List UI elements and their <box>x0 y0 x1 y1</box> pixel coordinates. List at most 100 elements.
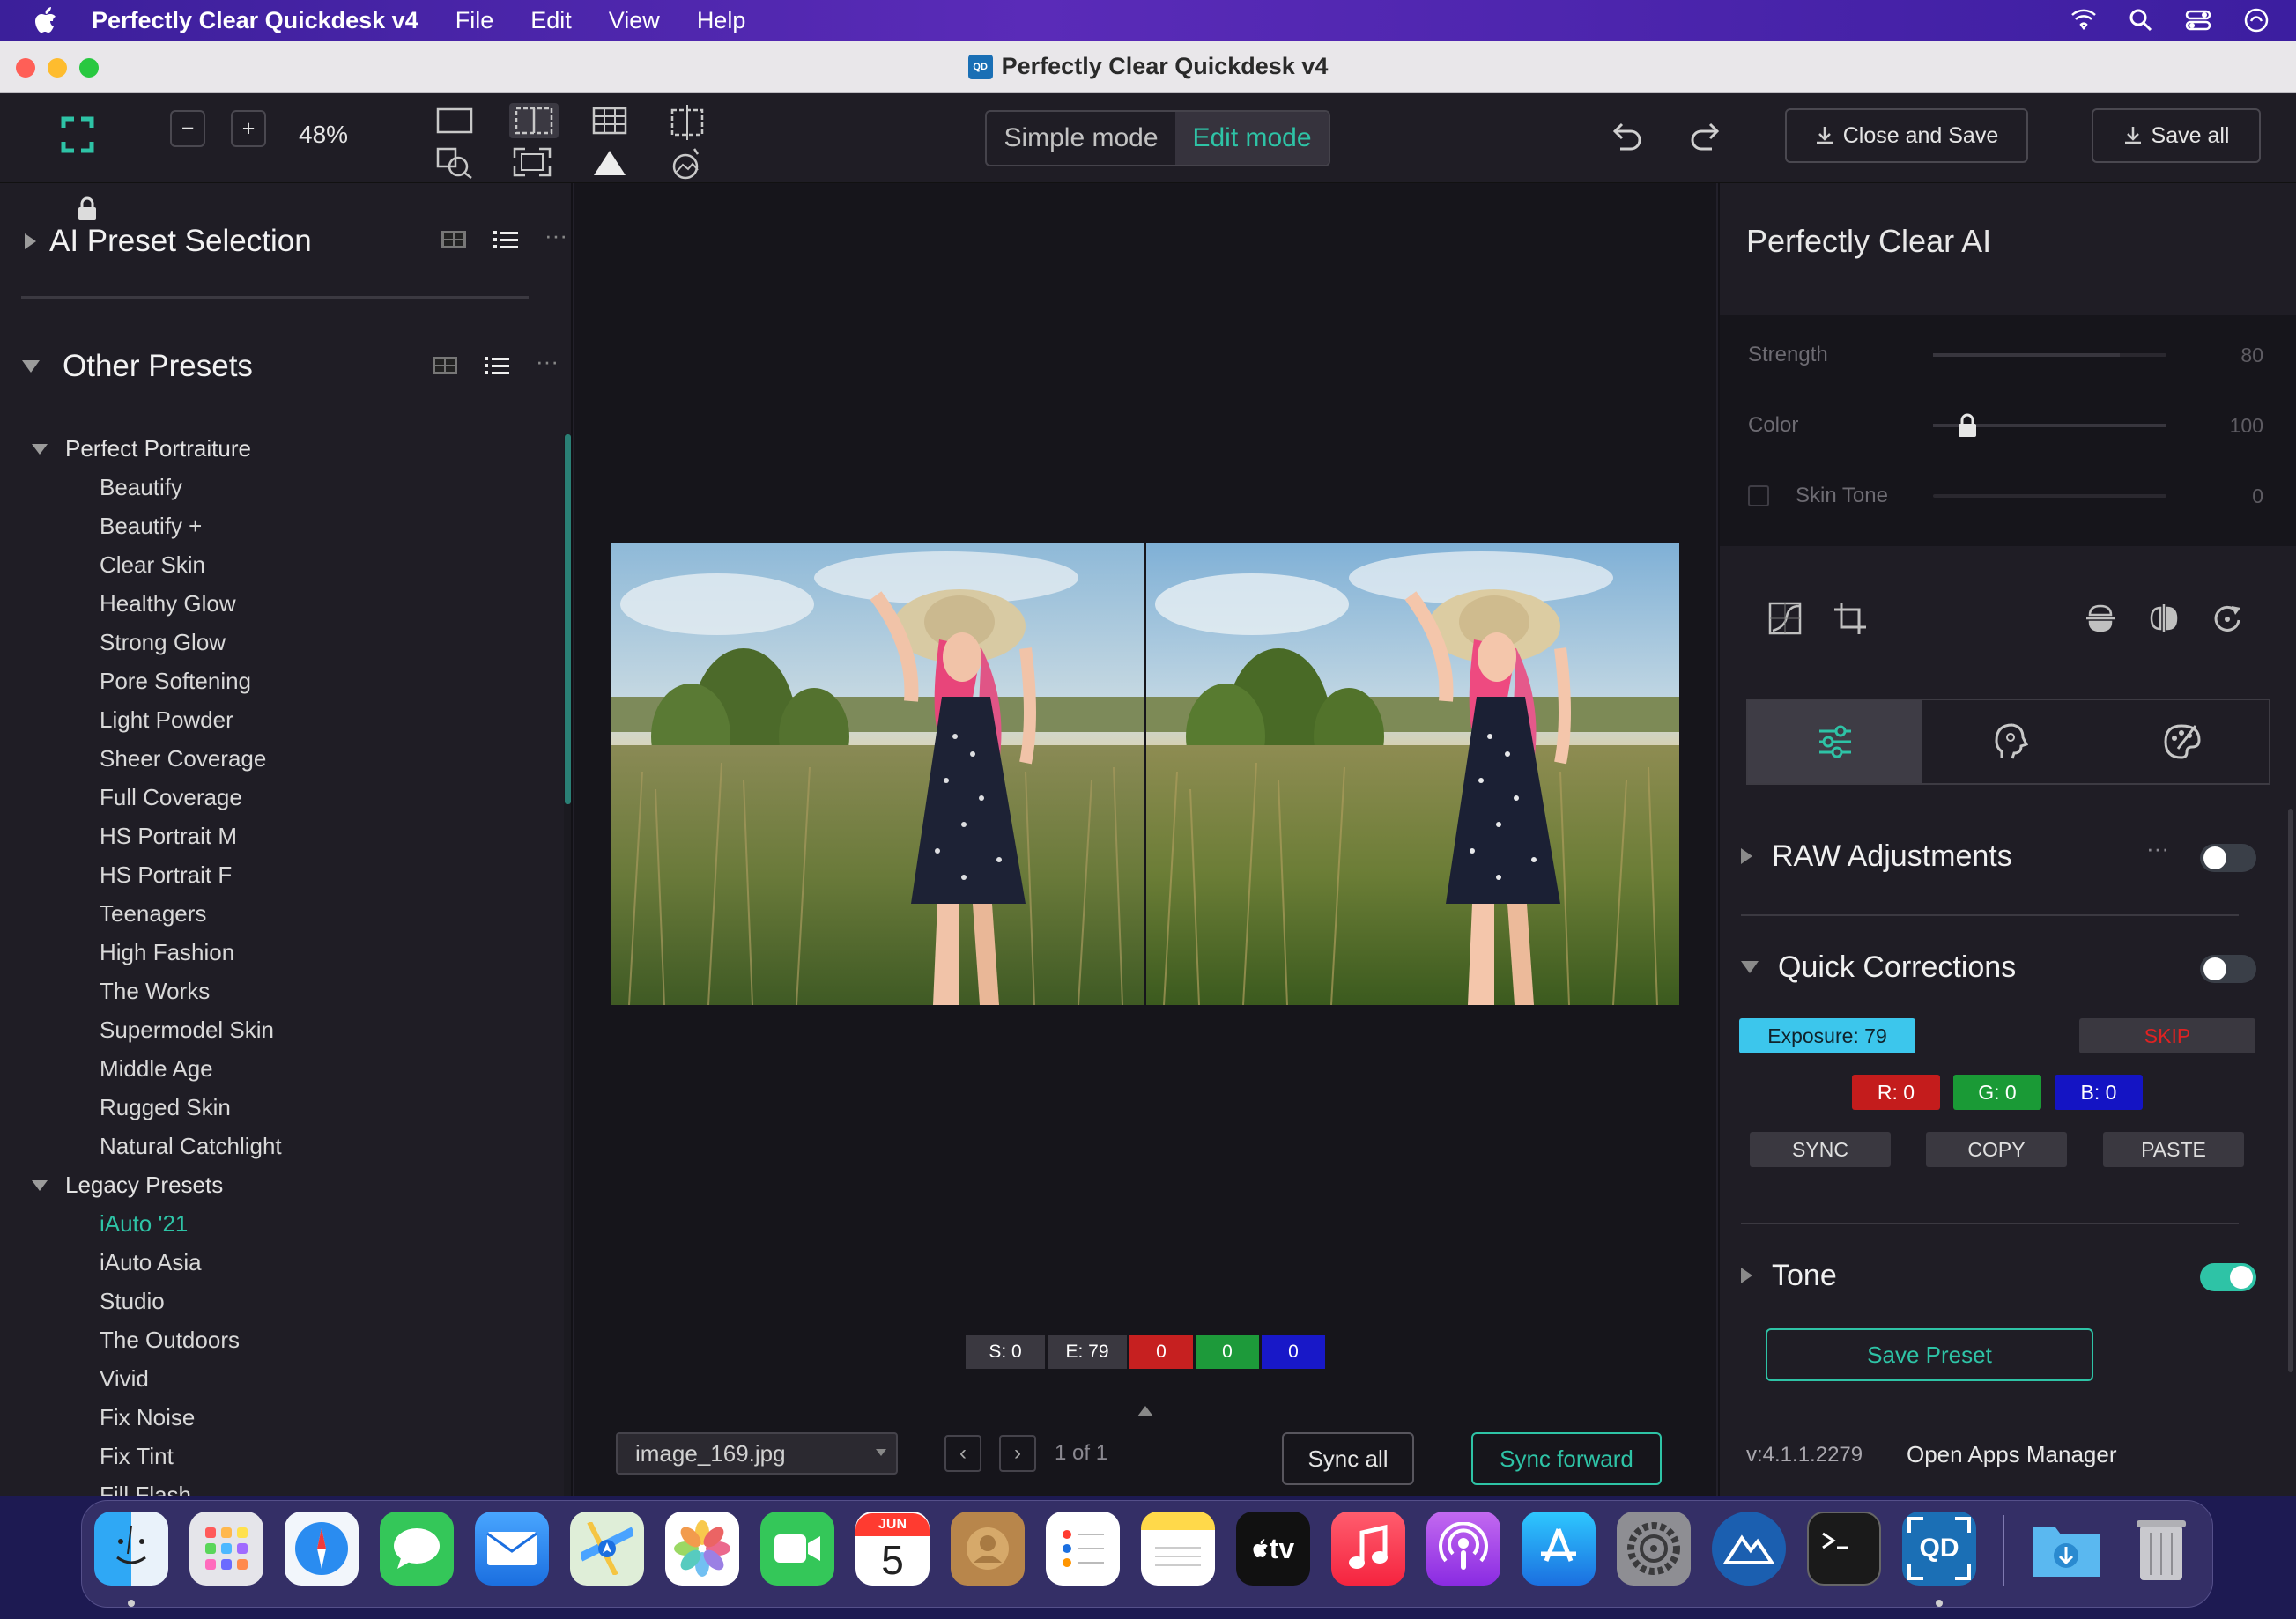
list-view-icon[interactable] <box>485 355 509 376</box>
preset-item[interactable]: Studio <box>100 1288 165 1315</box>
edited-photo[interactable] <box>1146 543 1679 1005</box>
more-options-icon[interactable]: ··· <box>544 222 567 249</box>
calendar-icon[interactable]: JUN 5 <box>855 1512 930 1586</box>
sync-forward-button[interactable]: Sync forward <box>1471 1432 1662 1485</box>
preset-item[interactable]: Rugged Skin <box>100 1094 231 1121</box>
blue-value-button[interactable]: B: 0 <box>2055 1075 2143 1110</box>
preset-item[interactable]: Fill Flash <box>100 1482 191 1496</box>
preset-item[interactable]: Teenagers <box>100 900 206 928</box>
preset-item-selected[interactable]: iAuto '21 <box>100 1210 188 1238</box>
close-and-save-button[interactable]: Close and Save <box>1785 108 2028 163</box>
focus-frame-icon[interactable] <box>60 115 95 154</box>
finder-icon[interactable] <box>94 1512 168 1586</box>
terminal-icon[interactable] <box>1807 1512 1881 1586</box>
compare-zoom-icon[interactable] <box>436 145 473 179</box>
single-view-icon[interactable] <box>436 107 473 135</box>
copy-button[interactable]: COPY <box>1926 1132 2067 1167</box>
edit-mode-button[interactable]: Edit mode <box>1175 112 1329 165</box>
sync-all-button[interactable]: Sync all <box>1282 1432 1414 1485</box>
preset-item[interactable]: Beautify <box>100 474 182 501</box>
preset-item[interactable]: Middle Age <box>100 1055 213 1083</box>
thumbnail-view-icon[interactable] <box>432 356 458 375</box>
prev-image-button[interactable]: ‹ <box>944 1435 981 1472</box>
preset-item[interactable]: Light Powder <box>100 706 233 734</box>
strength-slider[interactable] <box>1933 353 2166 357</box>
original-photo[interactable] <box>611 543 1144 1005</box>
next-image-button[interactable]: › <box>999 1435 1036 1472</box>
siri-icon[interactable] <box>2243 7 2270 33</box>
list-view-icon[interactable] <box>493 229 518 250</box>
preset-group-legacy-presets[interactable]: Legacy Presets <box>32 1172 223 1199</box>
flip-vertical-icon[interactable] <box>2085 603 2116 634</box>
mail-icon[interactable] <box>475 1512 549 1586</box>
clipping-warning-icon[interactable] <box>592 149 627 177</box>
notes-icon[interactable] <box>1141 1512 1215 1586</box>
preset-item[interactable]: Natural Catchlight <box>100 1133 282 1160</box>
zoom-window-button[interactable] <box>79 58 99 78</box>
trash-icon[interactable] <box>2124 1512 2198 1586</box>
preset-item[interactable]: Supermodel Skin <box>100 1016 274 1044</box>
collapse-arrow-icon[interactable] <box>1741 961 1759 973</box>
quickdesk-icon[interactable]: QD <box>1902 1512 1976 1586</box>
skin-tone-slider[interactable] <box>1933 494 2166 498</box>
menu-app-name[interactable]: Perfectly Clear Quickdesk v4 <box>92 7 418 34</box>
save-all-button[interactable]: Save all <box>2092 108 2261 163</box>
sync-button[interactable]: SYNC <box>1750 1132 1891 1167</box>
reminders-icon[interactable] <box>1046 1512 1120 1586</box>
preset-item[interactable]: Strong Glow <box>100 629 226 656</box>
contacts-icon[interactable] <box>951 1512 1025 1586</box>
app-store-icon[interactable] <box>1522 1512 1596 1586</box>
preset-item[interactable]: Healthy Glow <box>100 590 236 617</box>
thumbnail-view-icon[interactable] <box>441 230 467 249</box>
preset-item[interactable]: The Works <box>100 978 210 1005</box>
spotlight-search-icon[interactable] <box>2129 8 2153 33</box>
crop-icon[interactable] <box>1833 601 1868 636</box>
redo-icon[interactable] <box>1689 119 1724 154</box>
close-window-button[interactable] <box>16 58 35 78</box>
exposure-badge[interactable]: Exposure: 79 <box>1739 1018 1915 1053</box>
red-value-button[interactable]: R: 0 <box>1852 1075 1940 1110</box>
podcasts-icon[interactable] <box>1426 1512 1500 1586</box>
zoom-out-button[interactable]: − <box>170 110 205 147</box>
fullscreen-icon[interactable] <box>513 147 552 177</box>
facetime-icon[interactable] <box>760 1512 834 1586</box>
preset-item[interactable]: Sheer Coverage <box>100 745 266 773</box>
preset-group-perfect-portraiture[interactable]: Perfect Portraiture <box>32 435 251 462</box>
tab-creative[interactable] <box>2095 700 2269 783</box>
preset-item[interactable]: HS Portrait F <box>100 861 232 889</box>
grid-view-icon[interactable] <box>592 107 627 135</box>
minimize-window-button[interactable] <box>48 58 67 78</box>
photos-icon[interactable] <box>665 1512 739 1586</box>
system-settings-icon[interactable] <box>1617 1512 1691 1586</box>
mountain-app-icon[interactable] <box>1712 1512 1786 1586</box>
tab-adjustments[interactable] <box>1748 700 1922 783</box>
presets-scrollbar-thumb[interactable] <box>565 434 571 804</box>
preset-item[interactable]: High Fashion <box>100 939 234 966</box>
control-center-icon[interactable] <box>2185 9 2211 32</box>
expand-arrow-icon[interactable] <box>1741 848 1752 864</box>
downloads-folder-icon[interactable] <box>2029 1512 2103 1586</box>
tab-face[interactable] <box>1922 700 2095 783</box>
menu-file[interactable]: File <box>455 7 494 34</box>
collapse-arrow-icon[interactable] <box>22 360 40 373</box>
simple-mode-button[interactable]: Simple mode <box>987 112 1175 165</box>
skip-button[interactable]: SKIP <box>2079 1018 2255 1053</box>
collapse-arrow-icon[interactable] <box>32 443 48 455</box>
apple-logo-icon[interactable] <box>33 6 60 34</box>
open-apps-manager-link[interactable]: Open Apps Manager <box>1907 1441 2117 1468</box>
curves-icon[interactable] <box>1767 601 1803 636</box>
flip-horizontal-icon[interactable] <box>2148 603 2180 634</box>
more-options-icon[interactable]: ··· <box>536 348 559 375</box>
green-value-button[interactable]: G: 0 <box>1953 1075 2041 1110</box>
undo-icon[interactable] <box>1608 119 1643 154</box>
menu-edit[interactable]: Edit <box>530 7 572 34</box>
expand-arrow-icon[interactable] <box>25 233 36 249</box>
crop-select-icon[interactable] <box>667 105 707 140</box>
expand-arrow-icon[interactable] <box>1741 1268 1752 1283</box>
collapse-arrow-icon[interactable] <box>32 1179 48 1191</box>
raw-adjustments-header[interactable]: RAW Adjustments <box>1741 837 2261 876</box>
raw-adjustments-toggle[interactable] <box>2200 844 2256 872</box>
apple-tv-icon[interactable]: tv <box>1236 1512 1310 1586</box>
paste-button[interactable]: PASTE <box>2103 1132 2244 1167</box>
rotate-icon[interactable] <box>2211 603 2243 634</box>
